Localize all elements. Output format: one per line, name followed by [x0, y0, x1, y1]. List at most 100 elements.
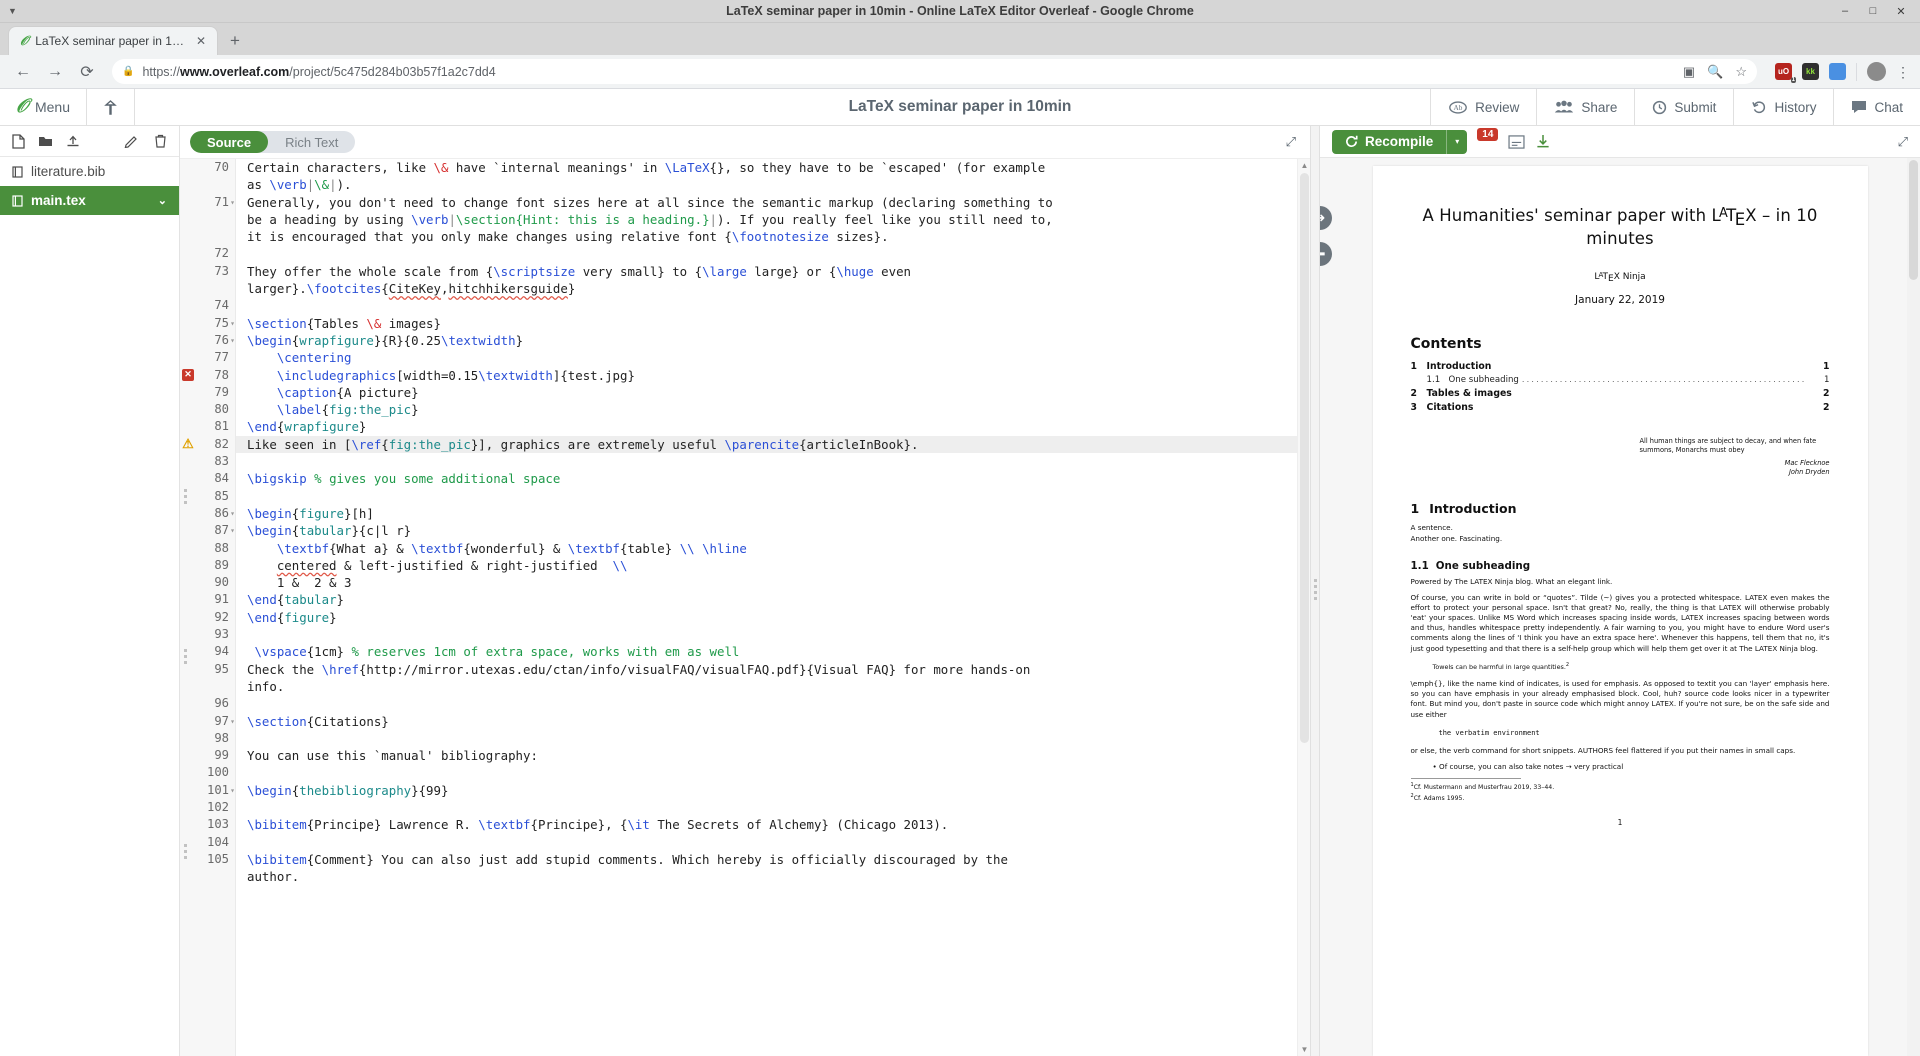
- code-line[interactable]: \label{fig:the_pic}: [236, 401, 1297, 418]
- code-line[interactable]: [236, 730, 1297, 747]
- code-line[interactable]: [236, 695, 1297, 712]
- blue-diamond-extension-icon[interactable]: [1829, 63, 1846, 80]
- editor-code-area[interactable]: Certain characters, like \& have `intern…: [236, 159, 1297, 1056]
- share-button[interactable]: Share: [1536, 89, 1634, 125]
- fold-toggle-icon[interactable]: ▾: [230, 782, 235, 799]
- code-line[interactable]: \begin{figure}[h]: [236, 505, 1297, 522]
- recompile-options-caret-icon[interactable]: ▾: [1446, 130, 1467, 154]
- kaspersky-extension-icon[interactable]: kk: [1802, 63, 1819, 80]
- pdf-prev-nav-button[interactable]: ⬅: [1320, 242, 1332, 266]
- code-line[interactable]: \end{tabular}: [236, 591, 1297, 608]
- fold-toggle-icon[interactable]: ▾: [230, 522, 235, 539]
- fold-toggle-icon[interactable]: ▾: [230, 505, 235, 522]
- file-item-literature-bib[interactable]: literature.bib: [0, 157, 179, 186]
- bookmark-star-icon[interactable]: ☆: [1735, 64, 1747, 80]
- code-line[interactable]: [236, 488, 1297, 505]
- code-line[interactable]: centered & left-justified & right-justif…: [236, 557, 1297, 574]
- window-menu-caret-icon[interactable]: ▼: [8, 6, 17, 16]
- pencil-icon[interactable]: [124, 134, 138, 148]
- code-line[interactable]: They offer the whole scale from {\script…: [236, 263, 1297, 280]
- logs-icon[interactable]: [1508, 135, 1525, 149]
- code-line[interactable]: \vspace{1cm} % reserves 1cm of extra spa…: [236, 643, 1297, 660]
- tab-source[interactable]: Source: [190, 131, 268, 153]
- code-line[interactable]: \centering: [236, 349, 1297, 366]
- pdf-scrollbar-thumb[interactable]: [1909, 160, 1918, 280]
- code-line[interactable]: \begin{wrapfigure}{R}{0.25\textwidth}: [236, 332, 1297, 349]
- code-line[interactable]: larger}.\footcites{CiteKey,hitchhikersgu…: [236, 280, 1297, 297]
- profile-avatar[interactable]: [1867, 62, 1886, 81]
- download-pdf-icon[interactable]: [1535, 134, 1551, 149]
- scroll-down-arrow-icon[interactable]: ▼: [1298, 1045, 1310, 1054]
- fold-toggle-icon[interactable]: ▾: [230, 713, 235, 730]
- code-line[interactable]: \begin{thebibliography}{99}: [236, 782, 1297, 799]
- history-button[interactable]: History: [1733, 89, 1833, 125]
- gutter-drag-handle[interactable]: [184, 489, 187, 507]
- forward-icon[interactable]: →: [42, 59, 68, 85]
- code-line[interactable]: be a heading by using \verb|\section{Hin…: [236, 211, 1297, 228]
- code-editor[interactable]: ✕⚠ 7071▾72737475▾76▾77787980818283848586…: [180, 158, 1310, 1056]
- code-line[interactable]: \bigskip % gives you some additional spa…: [236, 470, 1297, 487]
- code-line[interactable]: [236, 764, 1297, 781]
- error-marker-icon[interactable]: ✕: [182, 369, 194, 381]
- address-bar[interactable]: 🔒 https://www.overleaf.com/project/5c475…: [112, 59, 1757, 84]
- editor-scrollbar[interactable]: ▲ ▼: [1297, 159, 1310, 1056]
- publish-upload-button[interactable]: [87, 89, 135, 125]
- ublock-origin-extension-icon[interactable]: uO1: [1775, 63, 1792, 80]
- reload-icon[interactable]: ⟳: [74, 59, 100, 85]
- fold-toggle-icon[interactable]: ▾: [230, 315, 235, 332]
- compile-error-count-badge[interactable]: 14: [1477, 128, 1498, 141]
- code-line[interactable]: \bibitem{Comment} You can also just add …: [236, 851, 1297, 868]
- code-line[interactable]: 1 & 2 & 3: [236, 574, 1297, 591]
- code-line[interactable]: it is encouraged that you only make chan…: [236, 228, 1297, 245]
- code-line[interactable]: [236, 245, 1297, 262]
- code-line[interactable]: as \verb|\&|).: [236, 176, 1297, 193]
- code-line[interactable]: [236, 834, 1297, 851]
- code-line[interactable]: Check the \href{http://mirror.utexas.edu…: [236, 661, 1297, 678]
- editor-scrollbar-thumb[interactable]: [1300, 173, 1309, 743]
- recompile-button[interactable]: Recompile ▾: [1332, 130, 1467, 154]
- code-line[interactable]: [236, 297, 1297, 314]
- submit-button[interactable]: Submit: [1634, 89, 1733, 125]
- pdf-expand-icon[interactable]: ⤢: [1898, 134, 1908, 150]
- window-minimize-button[interactable]: –: [1838, 5, 1852, 18]
- zoom-icon[interactable]: 🔍: [1707, 64, 1723, 80]
- pane-splitter[interactable]: [1310, 126, 1320, 1056]
- chrome-menu-icon[interactable]: ⋮: [1896, 68, 1910, 76]
- code-line[interactable]: author.: [236, 868, 1297, 885]
- new-tab-button[interactable]: +: [230, 31, 240, 51]
- code-line[interactable]: info.: [236, 678, 1297, 695]
- code-line[interactable]: [236, 626, 1297, 643]
- translate-icon[interactable]: ▣: [1683, 64, 1695, 80]
- code-line[interactable]: \textbf{What a} & \textbf{wonderful} & \…: [236, 540, 1297, 557]
- overleaf-menu-button[interactable]: 𝒪 Menu: [0, 89, 87, 125]
- code-line[interactable]: Like seen in [\ref{fig:the_pic}], graphi…: [236, 436, 1297, 453]
- scroll-up-arrow-icon[interactable]: ▲: [1298, 161, 1310, 170]
- code-line[interactable]: \end{figure}: [236, 609, 1297, 626]
- code-line[interactable]: [236, 453, 1297, 470]
- code-line[interactable]: \section{Citations}: [236, 713, 1297, 730]
- code-line[interactable]: \section{Tables \& images}: [236, 315, 1297, 332]
- window-close-button[interactable]: ✕: [1894, 5, 1908, 18]
- code-line[interactable]: \begin{tabular}{c|l r}: [236, 522, 1297, 539]
- pdf-scrollbar[interactable]: [1907, 158, 1920, 1056]
- chat-button[interactable]: Chat: [1833, 89, 1920, 125]
- pdf-next-nav-button[interactable]: ➜: [1320, 206, 1332, 230]
- gutter-drag-handle[interactable]: [184, 844, 187, 862]
- chevron-down-icon[interactable]: ⌄: [158, 194, 167, 207]
- editor-expand-icon[interactable]: ⤢: [1286, 134, 1296, 150]
- review-button[interactable]: Ab Review: [1430, 89, 1536, 125]
- file-item-main-tex[interactable]: main.tex ⌄: [0, 186, 179, 215]
- browser-tab[interactable]: 𝒪 LaTeX seminar paper in 10min ✕: [8, 26, 218, 55]
- new-folder-icon[interactable]: [38, 135, 53, 148]
- code-line[interactable]: \includegraphics[width=0.15\textwidth]{t…: [236, 367, 1297, 384]
- tab-close-icon[interactable]: ✕: [194, 34, 208, 48]
- code-line[interactable]: [236, 799, 1297, 816]
- code-line[interactable]: Generally, you don't need to change font…: [236, 194, 1297, 211]
- fold-toggle-icon[interactable]: ▾: [230, 332, 235, 349]
- code-line[interactable]: Certain characters, like \& have `intern…: [236, 159, 1297, 176]
- code-line[interactable]: You can use this `manual' bibliography:: [236, 747, 1297, 764]
- back-icon[interactable]: ←: [10, 59, 36, 85]
- pdf-viewport[interactable]: ➜ ⬅ A Humanities' seminar paper with LAT…: [1320, 158, 1920, 1056]
- warning-marker-icon[interactable]: ⚠: [182, 438, 194, 450]
- new-file-icon[interactable]: [12, 134, 25, 149]
